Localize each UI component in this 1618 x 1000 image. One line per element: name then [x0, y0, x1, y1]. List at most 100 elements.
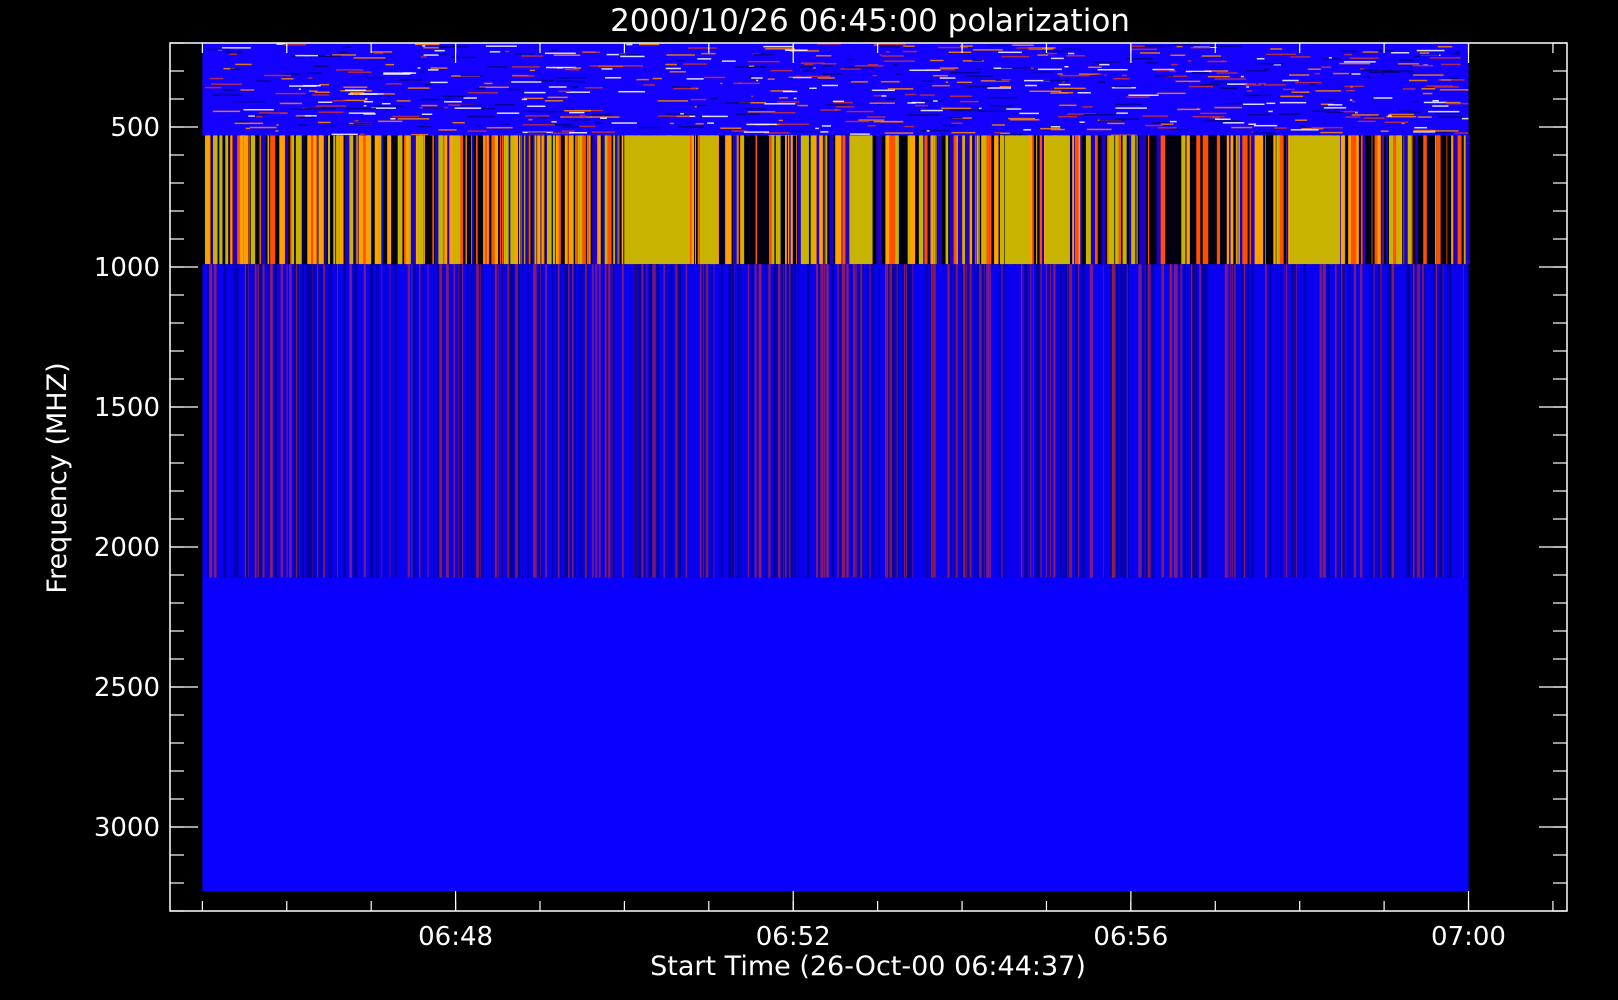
band-stripe: [918, 135, 924, 265]
band-stripe: [1036, 135, 1038, 265]
band-stripe: [1449, 264, 1451, 578]
band-noise: [626, 43, 633, 46]
band-stripe: [1005, 135, 1030, 265]
band-stripe: [394, 264, 397, 578]
band-noise: [1043, 79, 1069, 82]
band-noise: [1190, 46, 1211, 49]
band-stripe: [381, 264, 383, 578]
band-stripe: [785, 135, 787, 265]
band-stripe: [1231, 264, 1232, 578]
band-noise: [815, 127, 819, 130]
band-stripe: [906, 264, 910, 578]
band-noise: [747, 111, 776, 113]
band-stripe: [729, 264, 731, 578]
band-noise: [1114, 85, 1132, 88]
band-noise: [1429, 57, 1461, 59]
band-noise: [1408, 79, 1428, 82]
band-stripe: [925, 264, 928, 578]
band-stripe: [417, 135, 422, 265]
band-noise: [312, 94, 330, 96]
band-stripe: [259, 135, 261, 265]
band-stripe: [954, 264, 956, 578]
band-stripe: [1360, 135, 1363, 265]
band-noise: [683, 63, 708, 65]
band-stripe: [573, 264, 576, 578]
band-stripe: [320, 264, 323, 578]
band-stripe: [947, 264, 949, 578]
band-stripe: [1202, 135, 1207, 265]
band-noise: [421, 98, 453, 101]
band-stripe: [305, 264, 308, 578]
band-stripe: [533, 264, 536, 578]
band-noise: [973, 49, 1003, 51]
band-noise: [994, 131, 1003, 134]
band-noise: [904, 125, 915, 128]
band-stripe: [1039, 264, 1041, 578]
band-stripe: [449, 135, 453, 265]
band-noise: [344, 89, 366, 92]
band-noise: [332, 100, 347, 102]
band-stripe: [267, 135, 269, 265]
chart-title: 2000/10/26 06:45:00 polarization: [610, 3, 1130, 39]
band-noise: [1113, 77, 1130, 80]
band-noise: [407, 87, 430, 89]
band-noise: [799, 65, 814, 68]
band-stripe: [345, 135, 350, 265]
band-noise: [281, 78, 294, 80]
band-noise: [881, 55, 904, 57]
band-stripe: [534, 135, 537, 265]
band-noise: [1349, 99, 1353, 101]
band-stripe: [578, 264, 581, 578]
band-noise: [1244, 84, 1262, 86]
band-noise: [235, 120, 250, 123]
band-stripe: [1075, 135, 1079, 265]
band-stripe: [976, 135, 977, 265]
band-noise: [1397, 63, 1420, 65]
band-noise: [420, 56, 427, 58]
band-noise: [883, 60, 915, 62]
band-noise: [411, 133, 429, 136]
band-stripe: [652, 264, 655, 578]
band-stripe: [720, 264, 723, 578]
band-noise: [422, 107, 445, 109]
band-noise: [1417, 54, 1440, 56]
band-noise: [1169, 120, 1177, 123]
band-noise: [618, 53, 642, 56]
band-noise: [204, 86, 222, 89]
y-axis-label: Frequency (MHZ): [42, 362, 73, 593]
band-stripe: [705, 264, 709, 578]
band-stripe: [264, 264, 266, 578]
band-noise: [777, 101, 800, 103]
band-noise: [1413, 129, 1436, 132]
band-noise: [1001, 79, 1012, 81]
band-stripe: [370, 264, 373, 578]
band-stripe: [930, 135, 934, 265]
band-noise: [1246, 90, 1253, 92]
band-noise: [797, 104, 808, 107]
band-stripe: [522, 264, 524, 578]
band-noise: [1314, 72, 1320, 75]
band-noise: [686, 122, 690, 125]
band-stripe: [291, 135, 295, 265]
band-stripe: [1045, 264, 1047, 578]
band-stripe: [816, 135, 820, 265]
band-noise: [926, 130, 930, 132]
band-noise: [256, 80, 271, 82]
band-stripe: [365, 135, 371, 265]
band-noise: [867, 124, 876, 127]
band-noise: [1107, 122, 1125, 125]
band-noise: [525, 115, 550, 117]
y-tick-label: 1500: [94, 393, 160, 423]
band-noise: [1439, 89, 1469, 91]
band-stripe: [891, 135, 896, 265]
band-stripe: [965, 264, 967, 578]
band-noise: [746, 123, 777, 126]
band-stripe: [551, 264, 554, 578]
band-stripe: [1160, 135, 1166, 265]
band-noise: [1382, 70, 1414, 72]
band-noise: [748, 65, 755, 67]
band-stripe: [930, 264, 934, 578]
band-noise: [770, 69, 793, 72]
band-noise: [702, 115, 728, 118]
band-stripe: [1111, 135, 1115, 265]
